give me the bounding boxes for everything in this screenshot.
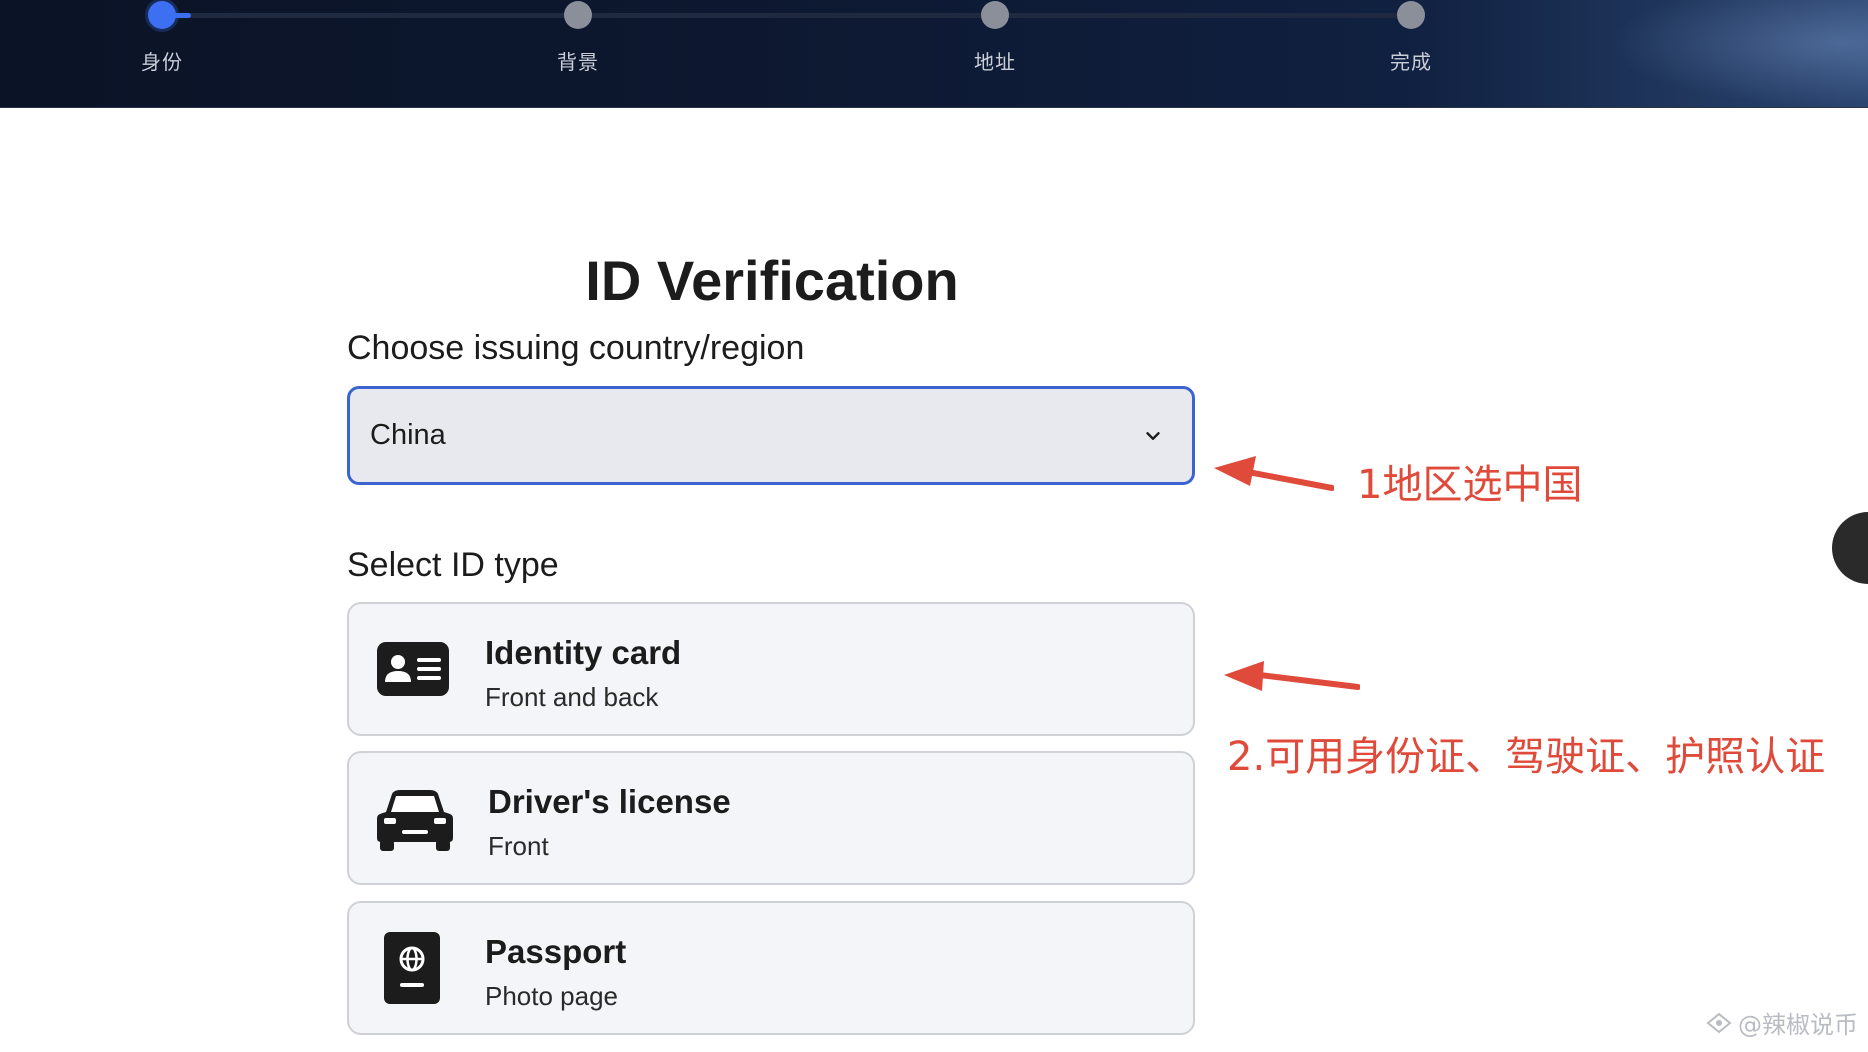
step-label: 完成 xyxy=(1390,50,1432,74)
country-label: Choose issuing country/region xyxy=(347,329,805,367)
step-background: 背景 xyxy=(518,0,638,75)
watermark-logo-icon xyxy=(1706,1012,1732,1033)
passport-icon xyxy=(384,932,440,1004)
id-type-option-identity-card[interactable]: Identity card Front and back xyxy=(347,602,1195,736)
step-dot xyxy=(1397,1,1425,29)
step-complete: 完成 xyxy=(1351,0,1471,75)
id-card-icon xyxy=(377,642,449,696)
page-title: ID Verification xyxy=(585,249,959,312)
step-dot xyxy=(981,1,1009,29)
step-address: 地址 xyxy=(935,0,1055,75)
id-type-option-drivers-license[interactable]: Driver's license Front xyxy=(347,751,1195,885)
step-label: 身份 xyxy=(141,50,183,74)
step-dot xyxy=(564,1,592,29)
option-title: Passport xyxy=(485,933,627,970)
annotation-note-1: 1地区选中国 xyxy=(1357,462,1583,508)
chevron-down-icon xyxy=(1146,431,1160,440)
annotation-arrow-icon xyxy=(1224,661,1360,691)
progress-stepper: 身份 背景 地址 完成 xyxy=(0,0,1868,108)
option-subtitle: Front xyxy=(488,831,549,861)
option-title: Identity card xyxy=(485,634,682,671)
progress-track xyxy=(165,13,1410,18)
country-select-value: China xyxy=(370,419,446,451)
option-subtitle: Photo page xyxy=(485,981,619,1011)
id-type-label: Select ID type xyxy=(347,546,559,584)
watermark-text: @辣椒说币 xyxy=(1738,1011,1858,1039)
option-title: Driver's license xyxy=(488,783,731,820)
annotation-note-2: 2.可用身份证、驾驶证、护照认证 xyxy=(1227,734,1826,780)
step-identity: 身份 xyxy=(102,0,222,75)
id-type-option-passport[interactable]: Passport Photo page xyxy=(347,901,1195,1035)
country-select[interactable]: China xyxy=(347,386,1195,485)
step-label: 地址 xyxy=(974,50,1016,74)
option-subtitle: Front and back xyxy=(485,682,659,712)
watermark: @辣椒说币 xyxy=(1706,1005,1858,1040)
side-float-handle[interactable] xyxy=(1832,512,1868,584)
annotation-arrow-icon xyxy=(1214,456,1334,491)
car-icon xyxy=(377,790,453,851)
step-label: 背景 xyxy=(557,50,599,74)
step-dot xyxy=(148,1,176,29)
